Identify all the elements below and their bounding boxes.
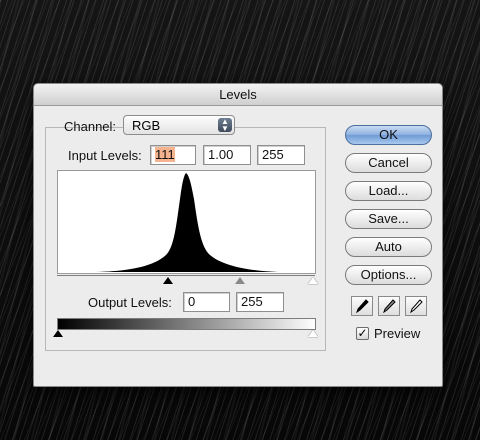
levels-dialog: Levels Channel: RGB ▲ ▼ Input Levels: 111… [33, 83, 443, 387]
black-eyedropper-icon [356, 299, 369, 314]
histogram [57, 170, 316, 274]
output-white-field[interactable]: 255 [236, 292, 284, 312]
input-levels-label: Input Levels: [68, 148, 142, 163]
histogram-graph [96, 173, 278, 272]
options-button[interactable]: Options... [345, 265, 432, 285]
preview-checkbox[interactable]: ✓ [356, 327, 369, 340]
save-button[interactable]: Save... [345, 209, 432, 229]
ok-button[interactable]: OK [345, 125, 432, 145]
input-white-slider[interactable] [308, 277, 318, 284]
output-white-slider[interactable] [308, 330, 318, 337]
input-slider-track [57, 275, 315, 276]
input-gamma-field[interactable]: 1.00 [203, 145, 251, 165]
channel-label: Channel: [64, 119, 117, 134]
auto-button[interactable]: Auto [345, 237, 432, 257]
white-eyedropper-icon [410, 299, 423, 314]
black-eyedropper-button[interactable] [351, 296, 373, 316]
channel-select[interactable]: RGB ▲ ▼ [123, 115, 235, 135]
checkmark-icon: ✓ [357, 326, 368, 340]
select-arrows-icon: ▲ ▼ [218, 118, 232, 133]
gray-eyedropper-button[interactable] [378, 296, 400, 316]
output-gradient-bar [57, 318, 316, 330]
preview-label[interactable]: Preview [374, 326, 420, 341]
dialog-title: Levels [34, 84, 442, 106]
gray-eyedropper-icon [383, 299, 396, 314]
input-black-slider[interactable] [163, 277, 173, 284]
input-gamma-slider[interactable] [235, 277, 245, 284]
output-levels-label: Output Levels: [88, 295, 172, 310]
channel-value: RGB [132, 118, 161, 133]
cancel-button[interactable]: Cancel [345, 153, 432, 173]
input-white-field[interactable]: 255 [257, 145, 305, 165]
load-button[interactable]: Load... [345, 181, 432, 201]
output-black-field[interactable]: 0 [183, 292, 230, 312]
white-eyedropper-button[interactable] [405, 296, 427, 316]
input-black-field[interactable]: 111 [150, 145, 196, 165]
output-black-slider[interactable] [53, 330, 63, 337]
